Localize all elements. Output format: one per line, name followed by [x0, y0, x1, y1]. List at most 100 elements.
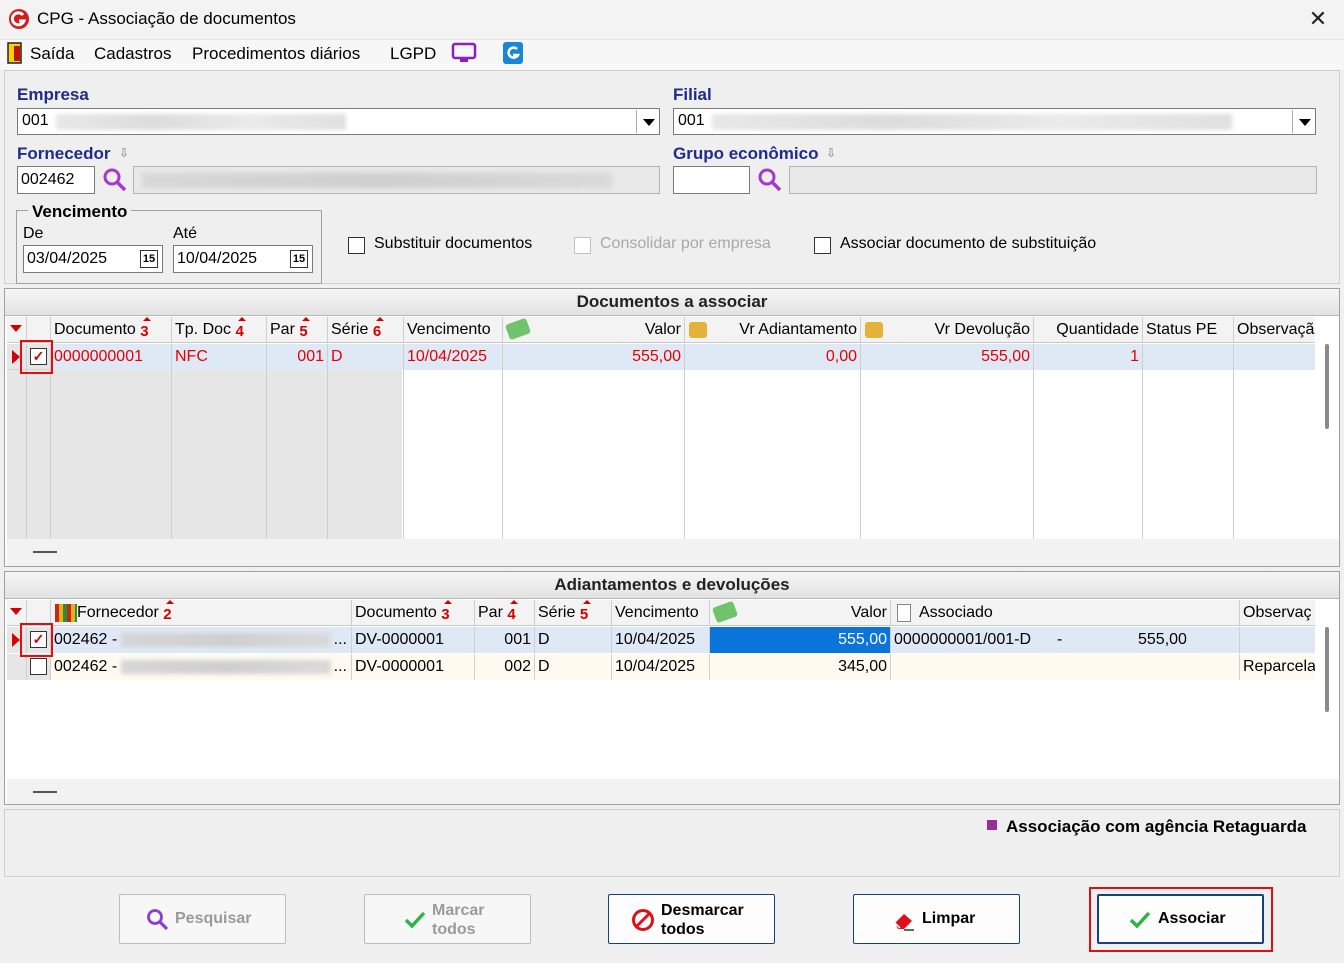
check-icon — [404, 911, 426, 929]
money-icon — [504, 317, 532, 341]
ate-date-value: 10/04/2025 — [177, 250, 258, 267]
cell-documento: 0000000001 — [51, 344, 172, 370]
advances-panel: Adiantamentos e devoluções Fornecedor 2 … — [4, 571, 1340, 805]
redacted-text — [712, 114, 1232, 130]
money-icon — [711, 600, 739, 624]
col-documento[interactable]: Documento 3 — [352, 600, 475, 626]
menu-saida[interactable]: Saída — [30, 44, 74, 64]
empresa-label: Empresa — [17, 85, 89, 104]
cell-vencimento: 10/04/2025 — [612, 654, 710, 680]
highlight-box — [20, 623, 53, 657]
cell-valor[interactable]: 555,00 — [710, 627, 891, 653]
cell-valor[interactable]: 345,00 — [710, 654, 891, 680]
chevron-down-icon[interactable] — [636, 110, 658, 133]
cell-par: 001 — [267, 344, 328, 370]
col-documento[interactable]: Documento 3 — [51, 317, 172, 343]
redacted-text — [121, 660, 331, 674]
col-observacao[interactable]: Observaçã — [1234, 317, 1315, 343]
cell-tp-doc: NFC — [172, 344, 267, 370]
footer-bar — [7, 779, 1339, 804]
col-vencimento[interactable]: Vencimento — [612, 600, 710, 626]
col-status-pe[interactable]: Status PE — [1143, 317, 1234, 343]
g-app-icon[interactable] — [502, 41, 524, 65]
redacted-text — [121, 633, 331, 647]
empresa-select[interactable]: 001 — [17, 108, 660, 135]
desmarcar-todos-button[interactable]: Desmarcar todos — [608, 894, 775, 944]
filial-select[interactable]: 001 — [673, 108, 1316, 135]
table-row[interactable]: 002462 -... DV-0000001 002 D 10/04/2025 … — [7, 654, 1315, 680]
cell-fornecedor: 002462 -... — [51, 654, 352, 680]
col-observacao[interactable]: Observaç — [1240, 600, 1315, 626]
cell-serie: D — [535, 627, 612, 653]
vertical-scrollbar[interactable] — [1325, 344, 1329, 429]
cell-quantidade: 1 — [1034, 344, 1143, 370]
limpar-button[interactable]: Limpar — [853, 894, 1020, 944]
consolidar-label: Consolidar por empresa — [600, 235, 771, 252]
grupo-code-input[interactable] — [673, 166, 750, 194]
col-serie[interactable]: Série 5 — [535, 600, 612, 626]
close-icon[interactable]: ✕ — [1304, 4, 1332, 34]
monitor-icon[interactable] — [451, 42, 477, 64]
cell-par: 001 — [475, 627, 535, 653]
col-vr-adiantamento[interactable]: Vr Adiantamento — [685, 317, 861, 343]
minimize-icon[interactable] — [33, 551, 57, 553]
advances-panel-title: Adiantamentos e devoluções — [5, 572, 1339, 599]
cell-valor: 555,00 — [503, 344, 685, 370]
calendar-icon[interactable]: 15 — [140, 250, 158, 268]
vertical-scrollbar[interactable] — [1325, 627, 1329, 712]
grupo-name-field — [789, 166, 1317, 194]
consolidar-checkbox — [574, 237, 591, 254]
col-par[interactable]: Par 5 — [267, 317, 328, 343]
cancel-icon — [632, 909, 654, 931]
substituir-label: Substituir documentos — [374, 235, 533, 252]
menu-cadastros[interactable]: Cadastros — [94, 44, 171, 64]
documents-panel: Documentos a associar Documento 3 Tp. Do… — [4, 288, 1340, 567]
redacted-text — [142, 173, 612, 188]
de-label: De — [23, 225, 44, 242]
cell-observacao — [1240, 627, 1315, 653]
highlight-box — [20, 340, 53, 374]
cell-vr-devolucao: 555,00 — [861, 344, 1034, 370]
minimize-icon[interactable] — [33, 791, 57, 793]
marcar-todos-button[interactable]: Marcar todos — [364, 894, 531, 944]
eraser-icon — [894, 914, 914, 931]
filial-label: Filial — [673, 85, 712, 104]
de-date-input[interactable]: 03/04/2025 15 — [23, 245, 163, 273]
associar-button[interactable]: Associar — [1097, 894, 1264, 944]
table-row[interactable]: ✓ 002462 -... DV-0000001 001 D 10/04/202… — [7, 627, 1315, 653]
table-row[interactable]: ✓ 0000000001 NFC 001 D 10/04/2025 555,00… — [7, 344, 1315, 370]
col-vr-devolucao[interactable]: Vr Devolução — [861, 317, 1034, 343]
cell-serie: D — [328, 344, 404, 370]
menu-procedimentos-diarios[interactable]: Procedimentos diários — [192, 44, 360, 64]
search-icon — [147, 909, 169, 931]
associar-substituicao-checkbox[interactable] — [814, 237, 831, 254]
search-icon[interactable] — [102, 167, 128, 193]
grupo-economico-label: Grupo econômico — [673, 144, 819, 163]
search-icon[interactable] — [757, 167, 783, 193]
col-fornecedor[interactable]: Fornecedor 2 — [51, 600, 352, 626]
fornecedor-code-input[interactable]: 002462 — [17, 166, 95, 194]
pesquisar-button[interactable]: Pesquisar — [119, 894, 286, 944]
ate-date-input[interactable]: 10/04/2025 15 — [173, 245, 313, 273]
substituir-checkbox[interactable] — [348, 237, 365, 254]
col-valor[interactable]: Valor — [503, 317, 685, 343]
col-serie[interactable]: Série 6 — [328, 317, 404, 343]
calendar-icon[interactable]: 15 — [290, 250, 308, 268]
fornecedor-code: 002462 — [21, 171, 75, 188]
col-tp-doc[interactable]: Tp. Doc 4 — [172, 317, 267, 343]
advances-header: Fornecedor 2 Documento 3 Par 4 Série 5 V… — [7, 600, 1315, 626]
legend-text: Associação com agência Retaguarda — [1006, 817, 1307, 836]
row-checkbox[interactable] — [30, 658, 47, 675]
exit-door-icon — [7, 42, 22, 64]
menu-lgpd[interactable]: LGPD — [390, 44, 436, 64]
chevron-down-icon[interactable] — [1292, 110, 1314, 133]
col-vencimento[interactable]: Vencimento — [404, 317, 503, 343]
col-valor[interactable]: Valor — [710, 600, 891, 626]
cell-observacao: Reparcela — [1240, 654, 1315, 680]
col-associado[interactable]: Associado — [891, 600, 1240, 626]
building-icon — [55, 604, 77, 622]
de-date-value: 03/04/2025 — [27, 250, 108, 267]
col-quantidade[interactable]: Quantidade — [1034, 317, 1143, 343]
cell-vr-adiantamento: 0,00 — [685, 344, 861, 370]
col-par[interactable]: Par 4 — [475, 600, 535, 626]
